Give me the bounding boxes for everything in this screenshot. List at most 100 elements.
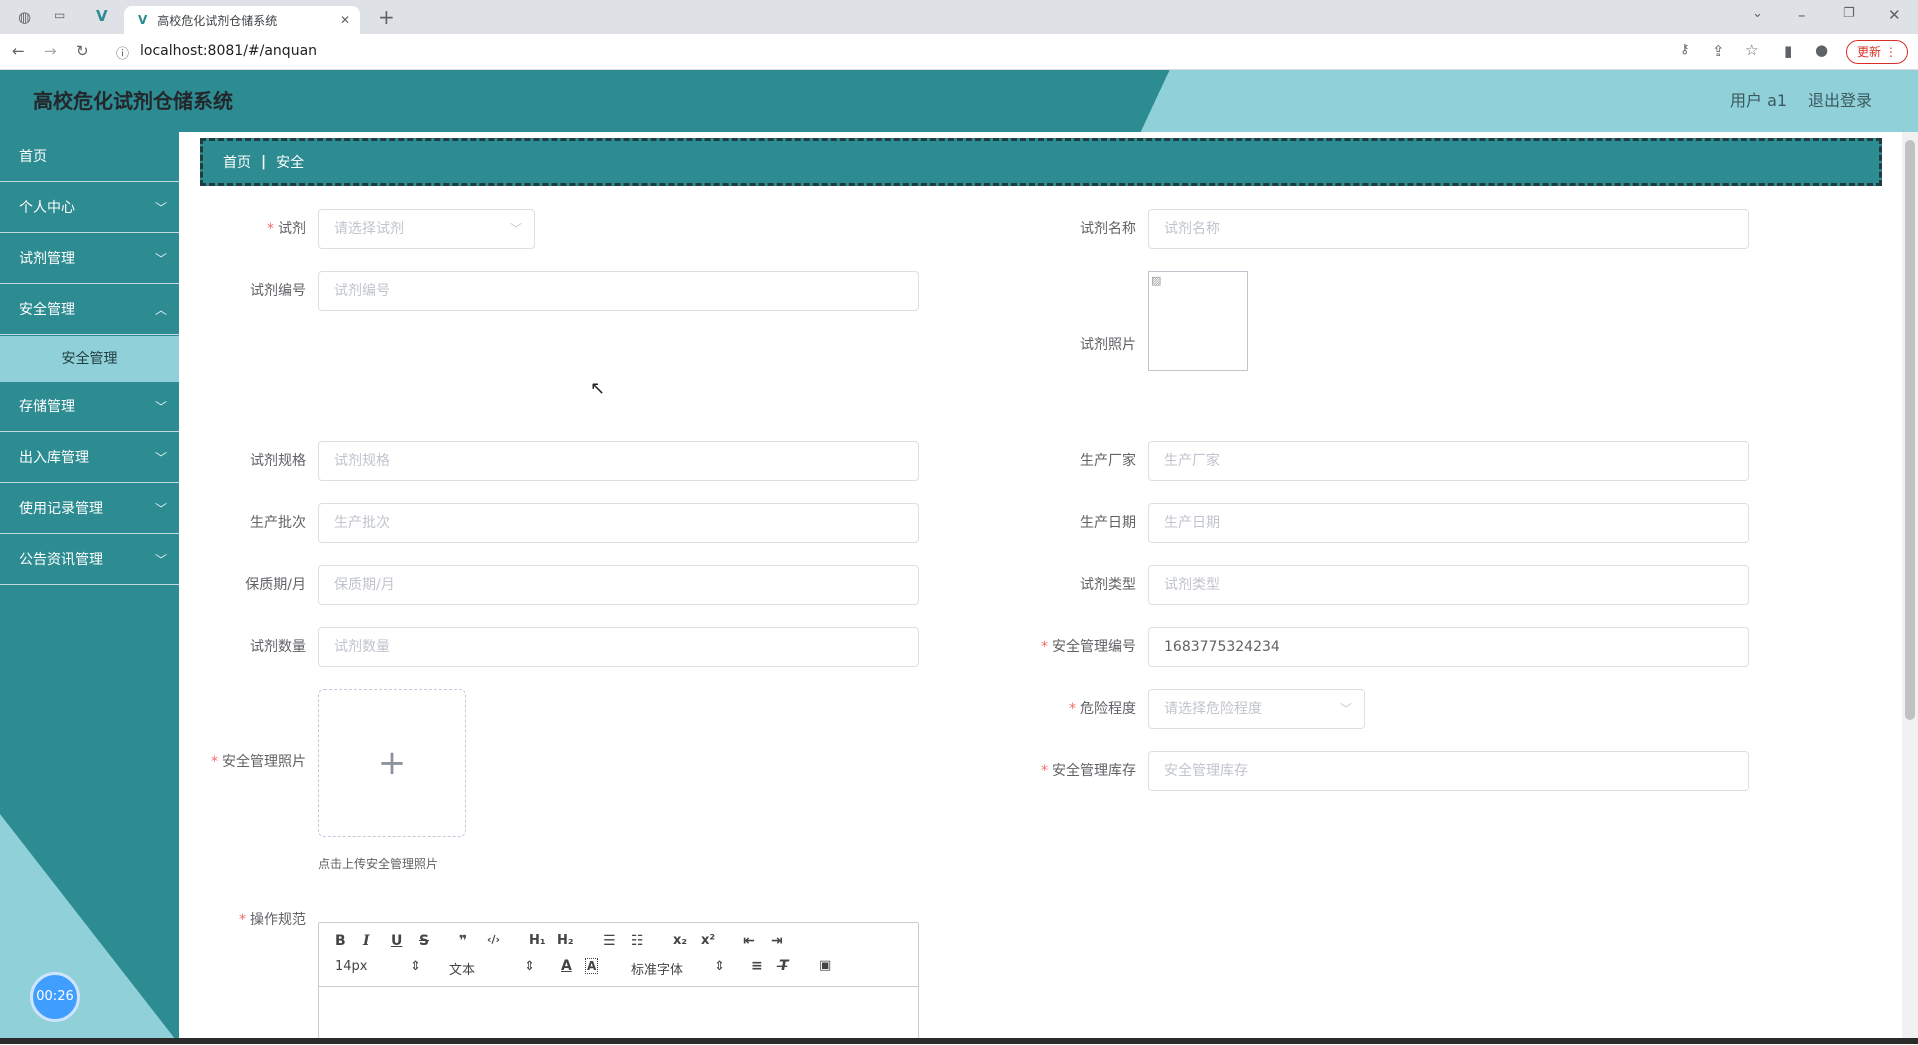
updown-icon: ⇕ bbox=[410, 959, 421, 974]
maker-label: 生产厂家 bbox=[1010, 441, 1136, 481]
active-browser-tab[interactable]: V 高校危化试剂仓储系统 ✕ bbox=[124, 6, 360, 34]
safety-stock-label: *安全管理库存 bbox=[1010, 751, 1136, 791]
select-value: 标准字体 bbox=[631, 963, 683, 978]
reagent-select[interactable]: 请选择试剂﹀ bbox=[318, 209, 535, 249]
reagent-name-input[interactable]: 试剂名称 bbox=[1148, 209, 1749, 249]
scrollbar-thumb[interactable] bbox=[1905, 140, 1915, 720]
label-text: 安全管理照片 bbox=[222, 754, 306, 770]
forward-icon[interactable]: → bbox=[44, 42, 57, 60]
reagent-code-label: 试剂编号 bbox=[200, 271, 306, 311]
image-icon[interactable]: ▣ bbox=[819, 958, 831, 973]
reagent-type-input[interactable]: 试剂类型 bbox=[1148, 565, 1749, 605]
batch-label: 生产批次 bbox=[200, 503, 306, 543]
plus-icon: + bbox=[378, 743, 407, 783]
font-family-select[interactable]: 标准字体⇕ bbox=[631, 959, 725, 978]
sidebar-item-inout[interactable]: 出入库管理﹀ bbox=[0, 433, 179, 483]
back-icon[interactable]: ← bbox=[12, 42, 25, 60]
new-tab-button[interactable]: + bbox=[378, 5, 395, 29]
tab-search-icon[interactable]: ⌄ bbox=[1752, 6, 1763, 21]
sidebar-subitem-safety[interactable]: 安全管理 bbox=[0, 336, 179, 382]
sidebar-item-safety[interactable]: 安全管理︿ bbox=[0, 285, 179, 335]
h2-icon[interactable]: H₂ bbox=[557, 933, 574, 948]
address-bar-row: ← → ↻ ⓘ localhost:8081/#/anquan ⚷ ⇪ ☆ ▮ … bbox=[0, 34, 1918, 70]
site-info-icon[interactable]: ⓘ bbox=[116, 43, 129, 62]
sidebar-item-home[interactable]: 首页 bbox=[0, 132, 179, 182]
reagent-type-label: 试剂类型 bbox=[1010, 565, 1136, 605]
quantity-input[interactable]: 试剂数量 bbox=[318, 627, 919, 667]
font-color-icon[interactable]: A bbox=[561, 958, 572, 974]
chevron-down-icon: ﹀ bbox=[155, 183, 167, 233]
code-icon[interactable]: ‹/› bbox=[487, 933, 500, 946]
bookmark-star-icon[interactable]: ☆ bbox=[1745, 41, 1758, 59]
restore-icon[interactable]: ❐ bbox=[1843, 6, 1855, 21]
select-value: 14px bbox=[335, 959, 368, 974]
reagent-label: *试剂 bbox=[200, 209, 306, 249]
safety-stock-input[interactable]: 安全管理库存 bbox=[1148, 751, 1749, 791]
clear-format-icon[interactable]: T̶ bbox=[779, 958, 789, 974]
logout-button[interactable]: 退出登录 bbox=[1808, 70, 1872, 132]
block-format-select[interactable]: 文本⇕ bbox=[449, 959, 535, 978]
sidebar-item-personal[interactable]: 个人中心﹀ bbox=[0, 183, 179, 233]
reagent-name-label: 试剂名称 bbox=[1010, 209, 1136, 249]
align-icon[interactable]: ≡ bbox=[751, 958, 763, 974]
ordered-list-icon[interactable]: ☰ bbox=[603, 933, 616, 949]
breadcrumb-home[interactable]: 首页 bbox=[223, 152, 251, 172]
reagent-code-input[interactable]: 试剂编号 bbox=[318, 271, 919, 311]
app-header: 高校危化试剂仓储系统 用户 a1 退出登录 bbox=[0, 70, 1918, 132]
key-icon[interactable]: ⚷ bbox=[1680, 42, 1690, 57]
spec-label: 试剂规格 bbox=[200, 441, 306, 481]
batch-input[interactable]: 生产批次 bbox=[318, 503, 919, 543]
underline-icon[interactable]: U bbox=[391, 933, 402, 949]
minimize-icon[interactable]: – bbox=[1798, 6, 1806, 24]
blockquote-icon[interactable]: ❞ bbox=[459, 933, 467, 949]
editor-content[interactable] bbox=[319, 987, 918, 1045]
outdent-icon[interactable]: ⇤ bbox=[743, 933, 755, 949]
spec-input[interactable]: 试剂规格 bbox=[318, 441, 919, 481]
timer-badge[interactable]: 00:26 bbox=[30, 972, 80, 1022]
sidebar: 首页 个人中心﹀ 试剂管理﹀ 安全管理︿ 安全管理 存储管理﹀ 出入库管理﹀ 使… bbox=[0, 132, 179, 1044]
updown-icon: ⇕ bbox=[524, 959, 535, 974]
sidebar-item-news[interactable]: 公告资讯管理﹀ bbox=[0, 535, 179, 585]
broken-image-icon: ▨ bbox=[1151, 274, 1161, 287]
reload-icon[interactable]: ↻ bbox=[76, 42, 89, 60]
superscript-icon[interactable]: x² bbox=[701, 933, 715, 948]
prod-date-input[interactable]: 生产日期 bbox=[1148, 503, 1749, 543]
window-close-icon[interactable]: ✕ bbox=[1888, 6, 1901, 24]
globe-icon[interactable]: ◍ bbox=[18, 8, 31, 26]
rich-text-editor: B I U S ❞ ‹/› H₁ H₂ ☰ ☷ x₂ x² ⇤ ⇥ 14px⇕ … bbox=[318, 922, 919, 1044]
italic-icon[interactable]: I bbox=[363, 933, 370, 949]
sidebar-item-storage[interactable]: 存储管理﹀ bbox=[0, 382, 179, 432]
operation-label: *操作规范 bbox=[200, 900, 306, 940]
background-color-icon[interactable]: A bbox=[585, 958, 598, 974]
h1-icon[interactable]: H₁ bbox=[529, 933, 546, 948]
quantity-label: 试剂数量 bbox=[200, 627, 306, 667]
bold-icon[interactable]: B bbox=[335, 933, 346, 949]
safety-photo-uploader[interactable]: + bbox=[318, 689, 466, 837]
required-mark: * bbox=[211, 754, 218, 770]
shelf-life-input[interactable]: 保质期/月 bbox=[318, 565, 919, 605]
strike-icon[interactable]: S bbox=[419, 933, 429, 949]
label-text: 安全管理编号 bbox=[1052, 639, 1136, 655]
chevron-down-icon: ﹀ bbox=[155, 484, 167, 534]
maker-input[interactable]: 生产厂家 bbox=[1148, 441, 1749, 481]
url-text[interactable]: localhost:8081/#/anquan bbox=[140, 43, 317, 59]
mouse-cursor-icon: ↖ bbox=[590, 378, 605, 399]
indent-icon[interactable]: ⇥ bbox=[771, 933, 783, 949]
share-icon[interactable]: ⇪ bbox=[1712, 42, 1725, 60]
sidebar-item-reagent[interactable]: 试剂管理﹀ bbox=[0, 234, 179, 284]
browser-tab-bar: ◍ ▭ V V 高校危化试剂仓储系统 ✕ + ⌄ – ❐ ✕ bbox=[0, 0, 1918, 34]
close-tab-icon[interactable]: ✕ bbox=[340, 13, 350, 27]
safety-code-input[interactable]: 1683775324234 bbox=[1148, 627, 1749, 667]
danger-level-select[interactable]: 请选择危险程度﹀ bbox=[1148, 689, 1365, 729]
sidebar-item-label: 存储管理 bbox=[19, 399, 75, 415]
tab-favicon-icon[interactable]: ▭ bbox=[54, 8, 65, 22]
subscript-icon[interactable]: x₂ bbox=[673, 933, 687, 948]
side-panel-icon[interactable]: ▮ bbox=[1784, 42, 1792, 60]
profile-icon[interactable]: ● bbox=[1815, 41, 1828, 59]
update-button[interactable]: 更新 ⋮ bbox=[1846, 40, 1908, 64]
vue-logo-icon[interactable]: V bbox=[96, 7, 108, 25]
font-size-select[interactable]: 14px ⇕ bbox=[335, 959, 421, 974]
label-text: 安全管理库存 bbox=[1052, 763, 1136, 779]
bullet-list-icon[interactable]: ☷ bbox=[631, 933, 644, 949]
sidebar-item-usage[interactable]: 使用记录管理﹀ bbox=[0, 484, 179, 534]
